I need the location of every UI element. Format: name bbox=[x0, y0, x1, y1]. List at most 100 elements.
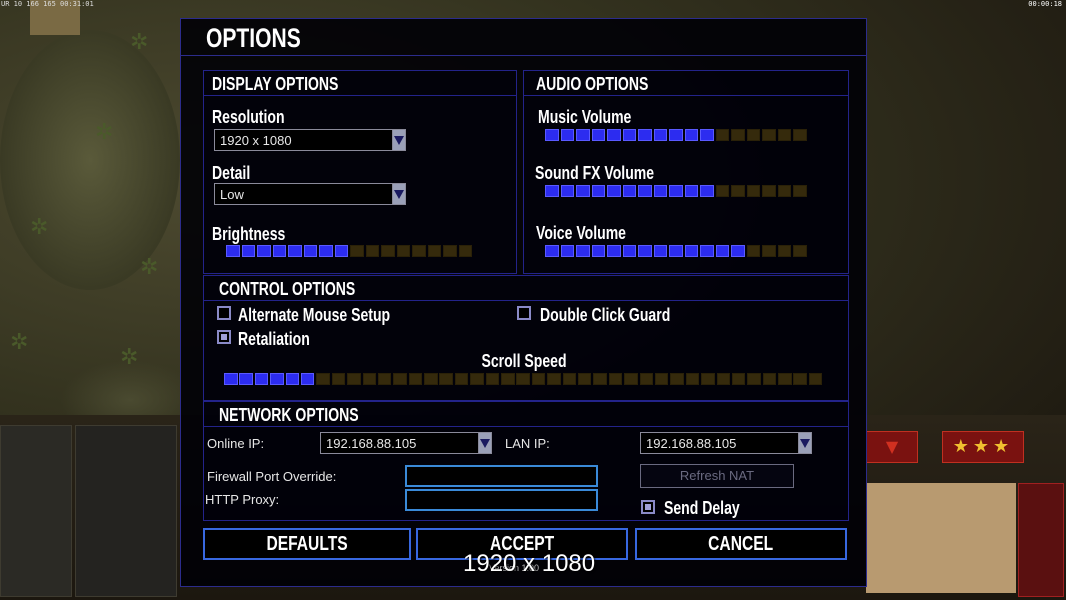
slider-segment[interactable] bbox=[545, 129, 559, 141]
sfx-volume-slider[interactable] bbox=[545, 185, 807, 197]
scroll-speed-slider[interactable] bbox=[224, 373, 823, 385]
dropdown-arrow-icon[interactable] bbox=[392, 184, 405, 204]
slider-segment[interactable] bbox=[545, 185, 559, 197]
slider-segment[interactable] bbox=[381, 245, 395, 257]
slider-segment[interactable] bbox=[303, 245, 317, 257]
slider-segment[interactable] bbox=[777, 185, 791, 197]
slider-segment[interactable] bbox=[560, 129, 574, 141]
slider-segment[interactable] bbox=[715, 129, 729, 141]
slider-segment[interactable] bbox=[593, 373, 607, 385]
slider-segment[interactable] bbox=[653, 245, 667, 257]
slider-segment[interactable] bbox=[746, 245, 760, 257]
slider-segment[interactable] bbox=[226, 245, 240, 257]
slider-segment[interactable] bbox=[257, 245, 271, 257]
slider-segment[interactable] bbox=[424, 373, 438, 385]
firewall-port-input[interactable] bbox=[405, 465, 598, 487]
voice-volume-slider[interactable] bbox=[545, 245, 807, 257]
slider-segment[interactable] bbox=[350, 245, 364, 257]
double-click-guard-checkbox[interactable] bbox=[517, 306, 531, 320]
online-ip-dropdown[interactable]: 192.168.88.105 bbox=[320, 432, 492, 454]
slider-segment[interactable] bbox=[241, 245, 255, 257]
http-proxy-input[interactable] bbox=[405, 489, 598, 511]
slider-segment[interactable] bbox=[485, 373, 500, 385]
resolution-dropdown[interactable]: 1920 x 1080 bbox=[214, 129, 406, 151]
slider-segment[interactable] bbox=[639, 373, 654, 385]
alternate-mouse-label[interactable]: Alternate Mouse Setup bbox=[238, 305, 390, 326]
slider-segment[interactable] bbox=[591, 185, 605, 197]
slider-segment[interactable] bbox=[562, 373, 577, 385]
slider-segment[interactable] bbox=[365, 245, 379, 257]
slider-segment[interactable] bbox=[439, 373, 453, 385]
slider-segment[interactable] bbox=[777, 245, 791, 257]
alternate-mouse-checkbox[interactable] bbox=[217, 306, 231, 320]
slider-segment[interactable] bbox=[793, 129, 807, 141]
slider-segment[interactable] bbox=[547, 373, 561, 385]
slider-segment[interactable] bbox=[638, 185, 652, 197]
slider-segment[interactable] bbox=[638, 245, 652, 257]
cancel-button[interactable]: CANCEL bbox=[635, 528, 847, 560]
slider-segment[interactable] bbox=[560, 245, 574, 257]
slider-segment[interactable] bbox=[224, 373, 238, 385]
slider-segment[interactable] bbox=[669, 185, 683, 197]
double-click-guard-label[interactable]: Double Click Guard bbox=[540, 305, 670, 326]
slider-segment[interactable] bbox=[762, 129, 776, 141]
slider-segment[interactable] bbox=[576, 185, 590, 197]
dropdown-arrow-icon[interactable] bbox=[798, 433, 811, 453]
slider-segment[interactable] bbox=[746, 129, 760, 141]
slider-segment[interactable] bbox=[396, 245, 410, 257]
slider-segment[interactable] bbox=[777, 129, 791, 141]
slider-segment[interactable] bbox=[454, 373, 469, 385]
slider-segment[interactable] bbox=[700, 245, 714, 257]
command-slot[interactable] bbox=[75, 425, 177, 597]
slider-segment[interactable] bbox=[334, 245, 348, 257]
slider-segment[interactable] bbox=[270, 373, 284, 385]
dropdown-arrow-icon[interactable] bbox=[392, 130, 405, 150]
generals-column[interactable] bbox=[1018, 483, 1064, 597]
dropdown-arrow-icon[interactable] bbox=[478, 433, 491, 453]
slider-segment[interactable] bbox=[331, 373, 346, 385]
slider-segment[interactable] bbox=[684, 185, 698, 197]
slider-segment[interactable] bbox=[622, 245, 636, 257]
send-delay-label[interactable]: Send Delay bbox=[664, 498, 740, 519]
slider-segment[interactable] bbox=[762, 373, 777, 385]
slider-segment[interactable] bbox=[607, 129, 621, 141]
slider-segment[interactable] bbox=[747, 373, 761, 385]
slider-segment[interactable] bbox=[622, 185, 636, 197]
retaliation-label[interactable]: Retaliation bbox=[238, 329, 310, 350]
slider-segment[interactable] bbox=[458, 245, 472, 257]
slider-segment[interactable] bbox=[608, 373, 623, 385]
slider-segment[interactable] bbox=[731, 373, 746, 385]
slider-segment[interactable] bbox=[746, 185, 760, 197]
radar-minimap[interactable] bbox=[866, 483, 1016, 593]
slider-segment[interactable] bbox=[272, 245, 286, 257]
slider-segment[interactable] bbox=[654, 373, 669, 385]
slider-segment[interactable] bbox=[622, 129, 636, 141]
slider-segment[interactable] bbox=[427, 245, 441, 257]
slider-segment[interactable] bbox=[607, 245, 621, 257]
retaliation-checkbox[interactable] bbox=[217, 330, 231, 344]
slider-segment[interactable] bbox=[715, 185, 729, 197]
music-volume-slider[interactable] bbox=[545, 129, 807, 141]
slider-segment[interactable] bbox=[408, 373, 423, 385]
slider-segment[interactable] bbox=[560, 185, 574, 197]
slider-segment[interactable] bbox=[793, 245, 807, 257]
dropdown-arrow-icon[interactable]: ▼ bbox=[866, 431, 918, 463]
slider-segment[interactable] bbox=[700, 185, 714, 197]
slider-segment[interactable] bbox=[716, 373, 730, 385]
slider-segment[interactable] bbox=[316, 373, 330, 385]
slider-segment[interactable] bbox=[412, 245, 426, 257]
slider-segment[interactable] bbox=[591, 129, 605, 141]
slider-segment[interactable] bbox=[319, 245, 333, 257]
slider-segment[interactable] bbox=[576, 245, 590, 257]
slider-segment[interactable] bbox=[285, 373, 300, 385]
brightness-slider[interactable] bbox=[226, 245, 472, 257]
slider-segment[interactable] bbox=[545, 245, 559, 257]
slider-segment[interactable] bbox=[288, 245, 302, 257]
defaults-button[interactable]: DEFAULTS bbox=[203, 528, 411, 560]
lan-ip-dropdown[interactable]: 192.168.88.105 bbox=[640, 432, 812, 454]
slider-segment[interactable] bbox=[793, 373, 807, 385]
slider-segment[interactable] bbox=[501, 373, 515, 385]
slider-segment[interactable] bbox=[516, 373, 530, 385]
slider-segment[interactable] bbox=[700, 129, 714, 141]
slider-segment[interactable] bbox=[393, 373, 407, 385]
